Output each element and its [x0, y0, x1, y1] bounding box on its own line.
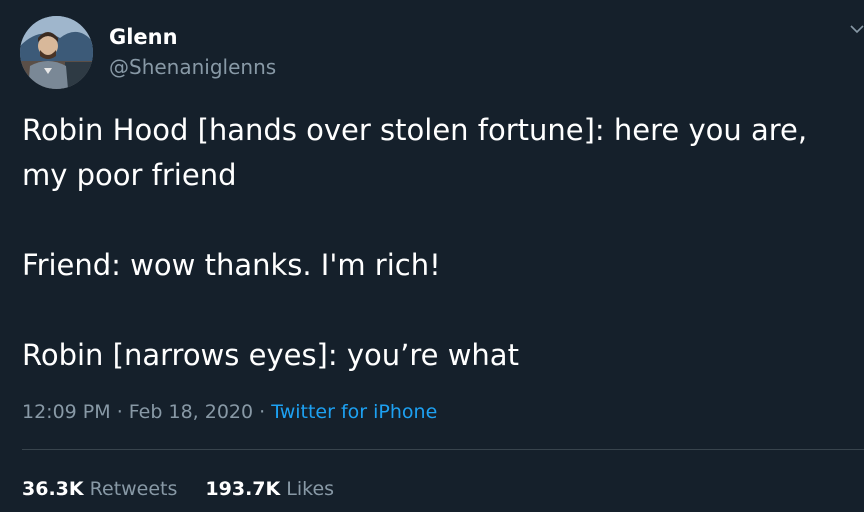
likes-label: Likes — [286, 478, 335, 500]
tweet-line: Robin [narrows eyes]: you’re what — [22, 338, 519, 372]
retweets-stat[interactable]: 36.3K Retweets — [22, 475, 177, 503]
tweet-stats: 36.3K Retweets 193.7K Likes — [22, 475, 334, 503]
likes-stat[interactable]: 193.7K Likes — [205, 475, 334, 503]
tweet-text: Robin Hood [hands over stolen fortune]: … — [22, 108, 852, 378]
tweet-line: Friend: wow thanks. I'm rich! — [22, 248, 441, 282]
tweet-time[interactable]: 12:09 PM — [22, 401, 111, 423]
author-handle[interactable]: @Shenaniglenns — [109, 54, 276, 80]
tweet-line: my poor friend — [22, 158, 237, 192]
retweets-count: 36.3K — [22, 478, 84, 500]
avatar[interactable] — [20, 16, 93, 89]
tweet-date[interactable]: Feb 18, 2020 — [129, 401, 253, 423]
meta-separator: · — [259, 401, 266, 423]
divider — [22, 449, 864, 450]
avatar-image — [20, 16, 93, 89]
chevron-down-icon[interactable] — [850, 22, 864, 36]
tweet-source-link[interactable]: Twitter for iPhone — [271, 401, 437, 423]
author-name[interactable]: Glenn — [109, 24, 178, 50]
likes-count: 193.7K — [205, 478, 281, 500]
meta-separator: · — [116, 401, 123, 423]
retweets-label: Retweets — [89, 478, 178, 500]
tweet-meta: 12:09 PM · Feb 18, 2020 · Twitter for iP… — [22, 398, 437, 426]
tweet-line: Robin Hood [hands over stolen fortune]: … — [22, 113, 808, 147]
tweet-card: Glenn @Shenaniglenns Robin Hood [hands o… — [0, 0, 864, 512]
